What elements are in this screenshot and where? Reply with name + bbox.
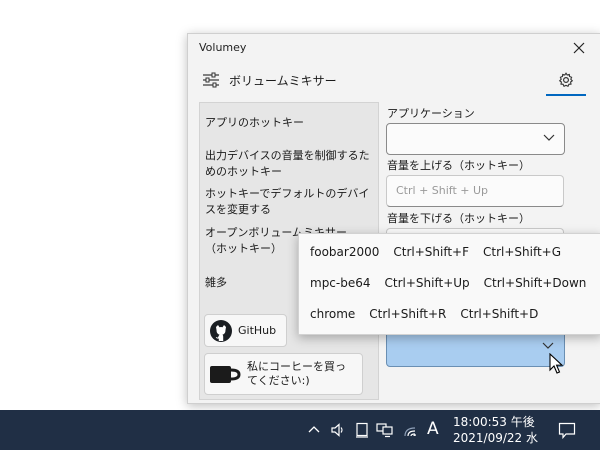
coffee-button[interactable]: 私にコーヒーを買ってください:) bbox=[204, 353, 363, 395]
close-icon bbox=[573, 42, 585, 54]
chevron-down-icon bbox=[543, 134, 555, 141]
app-label: アプリケーション bbox=[387, 107, 475, 120]
chevron-up-icon[interactable] bbox=[308, 425, 320, 433]
chevron-down-icon bbox=[542, 342, 554, 349]
close-button[interactable] bbox=[566, 36, 592, 60]
notification-icon[interactable] bbox=[558, 422, 576, 439]
list-item-down-hotkey: Ctrl+Shift+Down bbox=[483, 276, 587, 290]
page-header: ボリュームミキサー bbox=[188, 62, 600, 100]
list-item-app: mpc-be64 bbox=[310, 276, 371, 290]
clock-time: 18:00:53 午後 bbox=[453, 415, 535, 429]
ime-mode-indicator[interactable]: A bbox=[427, 419, 439, 439]
volume-up-input[interactable]: Ctrl + Shift + Up bbox=[386, 175, 564, 207]
network-icon[interactable] bbox=[376, 422, 394, 438]
list-item-down-hotkey: Ctrl+Shift+G bbox=[483, 245, 562, 259]
list-item[interactable]: foobar2000 Ctrl+Shift+F Ctrl+Shift+G bbox=[310, 245, 575, 263]
taskbar-clock[interactable]: 18:00:53 午後 2021/09/22 水 bbox=[453, 414, 538, 446]
volume-up-label: 音量を上げる（ホットキー） bbox=[387, 159, 530, 172]
header-title: ボリュームミキサー bbox=[229, 74, 337, 88]
mouse-cursor-icon bbox=[549, 353, 563, 374]
taskbar: A 18:00:53 午後 2021/09/22 水 bbox=[0, 410, 600, 450]
list-item-app: foobar2000 bbox=[310, 245, 380, 259]
list-item-down-hotkey: Ctrl+Shift+D bbox=[460, 307, 539, 321]
list-item[interactable]: chrome Ctrl+Shift+R Ctrl+Shift+D bbox=[310, 307, 552, 325]
tablet-icon[interactable] bbox=[355, 422, 369, 438]
list-item-up-hotkey: Ctrl+Shift+R bbox=[369, 307, 447, 321]
sidebar-item-default-device[interactable]: ホットキーでデフォルトのデバイスを変更する bbox=[205, 186, 370, 218]
coffee-label: 私にコーヒーを買ってください:) bbox=[247, 360, 346, 387]
volume-down-label: 音量を下げる（ホットキー） bbox=[387, 212, 530, 225]
hotkey-dropdown-list: foobar2000 Ctrl+Shift+F Ctrl+Shift+G mpc-b… bbox=[298, 233, 600, 335]
list-item-up-hotkey: Ctrl+Shift+F bbox=[393, 245, 469, 259]
window-title: Volumey bbox=[199, 41, 247, 54]
title-bar: Volumey bbox=[188, 34, 600, 62]
list-item[interactable]: mpc-be64 Ctrl+Shift+Up Ctrl+Shift+Down bbox=[310, 276, 600, 294]
sidebar-item-app-hotkeys[interactable]: アプリのホットキー bbox=[205, 115, 373, 131]
volumey-window: Volumey ボリュームミキサー アプリのホットキー 出力デバイスの音量を制御… bbox=[187, 33, 600, 404]
list-item-app: chrome bbox=[310, 307, 356, 321]
speaker-icon[interactable] bbox=[330, 422, 346, 438]
coffee-icon bbox=[210, 366, 241, 383]
github-icon bbox=[210, 319, 232, 342]
sidebar-item-device-hotkeys[interactable]: 出力デバイスの音量を制御するためのホットキー bbox=[205, 148, 370, 180]
wifi-icon[interactable] bbox=[403, 422, 419, 438]
settings-button[interactable] bbox=[546, 66, 586, 96]
gear-icon bbox=[558, 72, 574, 88]
github-label: GitHub bbox=[238, 323, 277, 337]
clock-date: 2021/09/22 水 bbox=[453, 431, 538, 445]
app-combobox[interactable] bbox=[386, 123, 565, 155]
list-item-up-hotkey: Ctrl+Shift+Up bbox=[384, 276, 470, 290]
mixer-icon bbox=[203, 72, 219, 88]
github-button[interactable]: GitHub bbox=[204, 314, 287, 347]
